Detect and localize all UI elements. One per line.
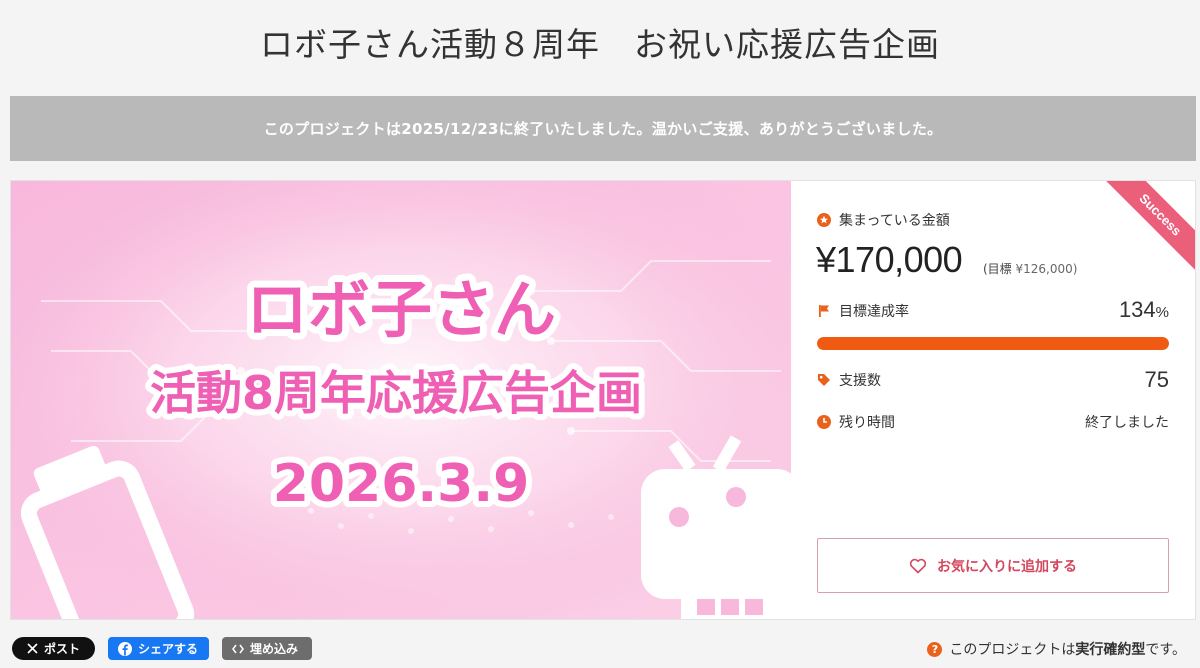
tag-icon (818, 374, 830, 386)
success-ribbon: Success (1087, 181, 1195, 291)
collected-amount: ¥170,000 (816, 239, 963, 280)
project-card: ロボ子さん ロボ子さん 活動8周年応援広告企画 活動8周年応援広告企画 2026… (10, 180, 1196, 620)
progress-bar-fill (817, 337, 1169, 350)
success-ribbon-label: Success (1097, 181, 1195, 278)
share-x-button[interactable]: ポスト (12, 637, 95, 660)
achievement-rate-label: 目標達成率 (817, 301, 909, 321)
achievement-rate: 134% (1118, 297, 1169, 322)
project-ended-notice: このプロジェクトは2025/12/23に終了いたしました。温かいご支援、ありがと… (10, 96, 1196, 161)
flag-icon (819, 305, 829, 317)
hero-date: 2026.3.9 (273, 454, 530, 514)
clock-icon (817, 415, 831, 429)
hero-image[interactable]: ロボ子さん ロボ子さん 活動8周年応援広告企画 活動8周年応援広告企画 2026… (11, 181, 791, 619)
remaining-time: 終了しました (1085, 415, 1169, 431)
collected-amount-label: 集まっている金額 (817, 210, 950, 230)
funding-status-panel: Success 集まっている金額 ¥170,000 (目標 ¥126,000) … (791, 181, 1195, 619)
remaining-time-label: 残り時間 (817, 412, 895, 432)
supporters-label: 支援数 (817, 370, 881, 390)
heart-icon (909, 558, 927, 573)
goal-amount: (目標 ¥126,000) (983, 262, 1078, 276)
question-icon[interactable]: ? (927, 641, 943, 657)
project-type-note: ? このプロジェクトは 実行確約型 です。 (927, 639, 1186, 659)
notice-text: このプロジェクトは2025/12/23に終了いたしました。温かいご支援、ありがと… (263, 120, 943, 138)
star-coin-icon (817, 213, 831, 227)
project-type-emphasis[interactable]: 実行確約型 (1075, 639, 1145, 659)
hero-artwork: ロボ子さん ロボ子さん 活動8周年応援広告企画 活動8周年応援広告企画 2026… (11, 181, 791, 619)
add-favorite-button[interactable]: お気に入りに追加する (817, 538, 1169, 593)
add-favorite-label: お気に入りに追加する (937, 558, 1077, 575)
hero-title-line2: 活動8周年応援広告企画 (150, 366, 642, 420)
supporters-count: 75 (1144, 367, 1169, 392)
hero-title-line1: ロボ子さん (246, 273, 556, 346)
progress-bar (817, 337, 1169, 350)
share-facebook-button[interactable]: シェアする (108, 637, 209, 660)
facebook-logo-icon (118, 641, 132, 656)
code-brackets-icon (232, 644, 244, 654)
embed-button[interactable]: 埋め込み (222, 637, 312, 660)
x-logo-icon (27, 643, 38, 654)
page-title: ロボ子さん活動８周年 お祝い応援広告企画 (260, 25, 940, 64)
